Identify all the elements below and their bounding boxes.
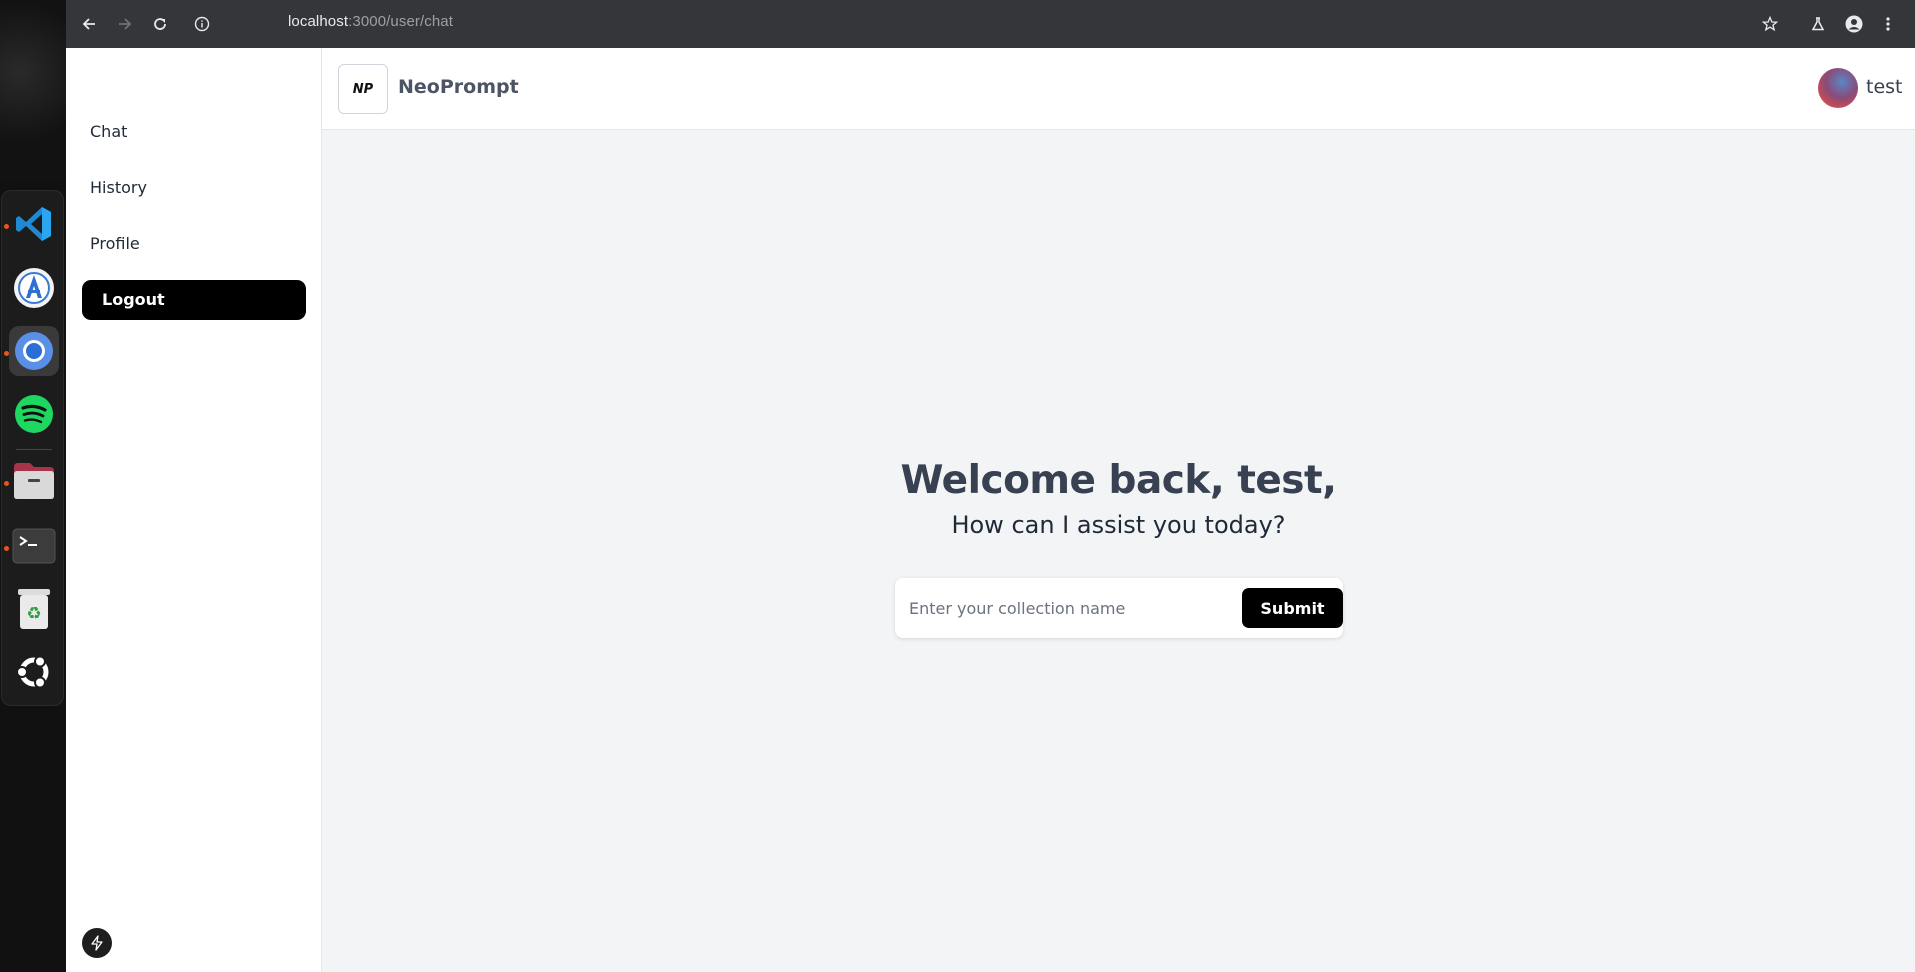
back-icon[interactable] [77, 12, 101, 36]
ubuntu-dock: ♻ [0, 0, 66, 972]
sidebar: Chat History Profile Logout [66, 48, 322, 972]
submit-button[interactable]: Submit [1242, 588, 1343, 628]
brand-name[interactable]: NeoPrompt [398, 76, 519, 98]
forward-icon[interactable] [113, 12, 137, 36]
logout-button[interactable]: Logout [82, 280, 306, 320]
site-info-icon[interactable] [190, 12, 214, 36]
username[interactable]: test [1866, 76, 1903, 98]
avatar[interactable] [1818, 68, 1858, 108]
brand-logo[interactable]: NP [338, 64, 388, 114]
files-icon[interactable] [9, 456, 59, 506]
android-studio-icon[interactable] [9, 263, 59, 313]
spotify-icon[interactable] [9, 389, 59, 439]
browser-toolbar: localhost:3000/user/chat [66, 0, 1915, 48]
sidebar-item-chat[interactable]: Chat [90, 122, 127, 141]
desktop-wallpaper [0, 0, 66, 180]
welcome-subtitle: How can I assist you today? [951, 511, 1286, 539]
dock-panel: ♻ [1, 190, 64, 706]
url-host: localhost [288, 13, 349, 30]
collection-name-input[interactable] [909, 592, 1219, 624]
lightning-icon[interactable] [82, 928, 112, 958]
trash-icon[interactable]: ♻ [9, 584, 59, 634]
address-bar[interactable]: localhost:3000/user/chat [288, 13, 453, 30]
terminal-icon[interactable] [9, 521, 59, 571]
url-path: :3000/user/chat [348, 13, 454, 30]
welcome-section: Welcome back, test, How can I assist you… [322, 458, 1915, 539]
top-header: NP NeoPrompt test [322, 48, 1915, 130]
web-page: Chat History Profile Logout NP NeoPrompt… [66, 48, 1915, 972]
sidebar-item-profile[interactable]: Profile [90, 234, 140, 253]
menu-kebab-icon[interactable] [1876, 12, 1900, 36]
ubuntu-apps-icon[interactable] [9, 647, 59, 697]
welcome-heading: Welcome back, test, [900, 458, 1337, 503]
profile-icon[interactable] [1842, 12, 1866, 36]
collection-form: Submit [895, 578, 1343, 638]
logo-text: NP [352, 81, 374, 97]
sidebar-item-history[interactable]: History [90, 178, 147, 197]
vscode-icon[interactable] [9, 199, 59, 249]
reload-icon[interactable] [148, 12, 172, 36]
dock-separator [16, 449, 52, 450]
svg-text:♻: ♻ [26, 604, 41, 624]
bookmark-star-icon[interactable] [1758, 12, 1782, 36]
labs-flask-icon[interactable] [1806, 12, 1830, 36]
chrome-icon[interactable] [9, 326, 59, 376]
